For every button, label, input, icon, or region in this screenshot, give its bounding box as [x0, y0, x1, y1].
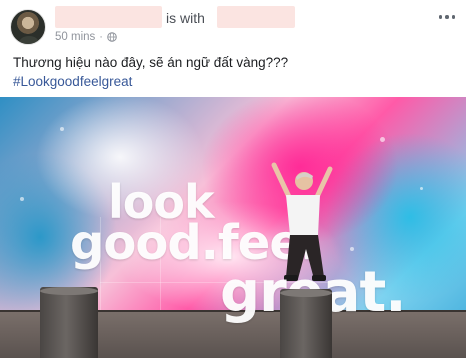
paint-speckle: [420, 187, 423, 190]
author-avatar[interactable]: [10, 9, 46, 45]
globe-icon[interactable]: [107, 32, 117, 42]
pillar-top: [40, 287, 98, 295]
pillar-top: [280, 289, 332, 297]
post-photo[interactable]: look good.feel great.: [0, 97, 466, 358]
facebook-post: is with 50 mins · Thương hiệu nào đây, s…: [0, 0, 466, 358]
post-timestamp[interactable]: 50 mins: [55, 31, 95, 43]
meta-separator: ·: [99, 31, 103, 43]
post-caption: Thương hiệu nào đây, sẽ án ngữ đất vàng?…: [13, 55, 289, 70]
more-dot: [451, 15, 456, 19]
tagged-friend-redacted[interactable]: [217, 6, 295, 28]
more-dot: [438, 15, 443, 19]
more-options-icon[interactable]: [436, 10, 458, 24]
paint-speckle: [20, 197, 24, 201]
more-dot: [445, 15, 449, 19]
author-name-redacted[interactable]: [55, 6, 162, 28]
hashtag-link[interactable]: #Lookgoodfeelgreat: [13, 73, 132, 91]
is-with-text: is with: [166, 10, 205, 26]
paint-speckle: [350, 247, 354, 251]
post-header: is with 50 mins ·: [0, 0, 466, 50]
concrete-pillar: [40, 287, 98, 358]
post-meta: 50 mins ·: [55, 30, 117, 44]
paint-speckle: [380, 137, 385, 142]
concrete-pillar: [280, 289, 332, 358]
paint-speckle: [60, 127, 64, 131]
